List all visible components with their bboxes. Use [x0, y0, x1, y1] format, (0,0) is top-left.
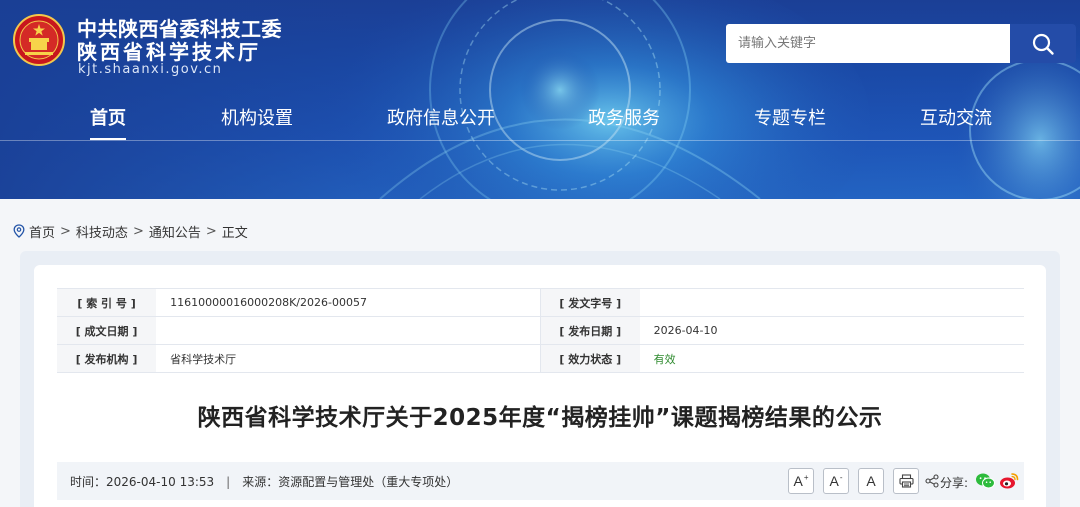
breadcrumb-tech-news[interactable]: 科技动态 [76, 222, 128, 241]
font-size-decrease-button[interactable]: A- [823, 468, 849, 494]
article-info-text: 时间：2026-04-10 13:53 | 来源：资源配置与管理处（重大专项处） [70, 473, 458, 490]
weibo-icon[interactable] [999, 472, 1019, 490]
nav-item-home[interactable]: 首页 [90, 104, 126, 130]
info-divider: | [226, 475, 231, 489]
search-box [726, 24, 1010, 63]
font-size-increase-button[interactable]: A + [788, 468, 814, 494]
meta-value-status: 有效 [639, 344, 1024, 373]
print-button[interactable] [893, 468, 919, 494]
document-meta-table: [ 索 引 号 ] 11610000016000208K/2026-00057 … [57, 288, 1024, 373]
location-pin-icon [13, 224, 25, 238]
share-label: 分享: [940, 476, 969, 490]
search-icon [1032, 33, 1054, 55]
table-row: [ 索 引 号 ] 11610000016000208K/2026-00057 … [57, 288, 1024, 317]
national-emblem-icon [13, 14, 65, 66]
meta-value-written-date [156, 316, 541, 345]
font-increase-label: A [793, 473, 803, 489]
meta-label-publish-date: [ 发布日期 ] [540, 316, 640, 345]
meta-label-index-number: [ 索 引 号 ] [57, 288, 157, 317]
nav-item-gov-info[interactable]: 政府信息公开 [387, 104, 495, 130]
article-title: 陕西省科学技术厅关于2025年度“揭榜挂帅”课题揭榜结果的公示 [197, 405, 883, 431]
font-reset-label: A [866, 473, 876, 489]
site-url: kjt.shaanxi.gov.cn [78, 62, 223, 77]
meta-value-index-number: 11610000016000208K/2026-00057 [156, 288, 541, 317]
time-value: 2026-04-10 13:53 [106, 475, 215, 489]
printer-icon [898, 474, 914, 488]
source-label: 来源： [242, 475, 279, 489]
breadcrumb: 首页 > 科技动态 > 通知公告 > 正文 [13, 222, 248, 241]
share-icon [925, 474, 939, 488]
main-nav: 首页 机构设置 政府信息公开 政务服务 专题专栏 互动交流 [0, 100, 1080, 140]
org-name-line2: 陕西省科学技术厅 [77, 40, 261, 64]
nav-item-interaction[interactable]: 互动交流 [920, 104, 992, 130]
search-button[interactable] [1010, 24, 1076, 63]
breadcrumb-notices[interactable]: 通知公告 [149, 222, 201, 241]
minus-icon: - [839, 472, 843, 482]
site-header: 中共陕西省委科技工委 陕西省科学技术厅 kjt.shaanxi.gov.cn 首… [0, 0, 1080, 199]
meta-value-publish-date: 2026-04-10 [639, 316, 1024, 345]
time-label: 时间： [70, 475, 107, 489]
meta-label-publisher: [ 发布机构 ] [57, 344, 157, 373]
wechat-icon[interactable] [975, 472, 995, 490]
breadcrumb-home[interactable]: 首页 [29, 222, 55, 241]
nav-item-topics[interactable]: 专题专栏 [754, 104, 826, 130]
breadcrumb-separator: > [205, 223, 217, 239]
search-input[interactable] [726, 24, 1010, 63]
font-size-reset-button[interactable]: A [858, 468, 884, 494]
plus-icon: + [803, 472, 809, 482]
nav-item-services[interactable]: 政务服务 [588, 104, 660, 130]
nav-item-organization[interactable]: 机构设置 [221, 104, 293, 130]
meta-value-doc-number [639, 288, 1024, 317]
table-row: [ 成文日期 ] [ 发布日期 ] 2026-04-10 [57, 316, 1024, 345]
breadcrumb-current: 正文 [221, 225, 248, 241]
font-decrease-label: A [829, 473, 839, 489]
meta-label-doc-number: [ 发文字号 ] [540, 288, 640, 317]
meta-label-status: [ 效力状态 ] [540, 344, 640, 373]
breadcrumb-separator: > [132, 223, 144, 239]
breadcrumb-separator: > [60, 223, 71, 239]
nav-divider [0, 140, 1080, 141]
table-row: [ 发布机构 ] 省科学技术厅 [ 效力状态 ] 有效 [57, 344, 1024, 373]
source-value: 资源配置与管理处（重大专项处） [278, 475, 459, 489]
meta-label-written-date: [ 成文日期 ] [57, 316, 157, 345]
meta-value-publisher: 省科学技术厅 [156, 344, 541, 373]
